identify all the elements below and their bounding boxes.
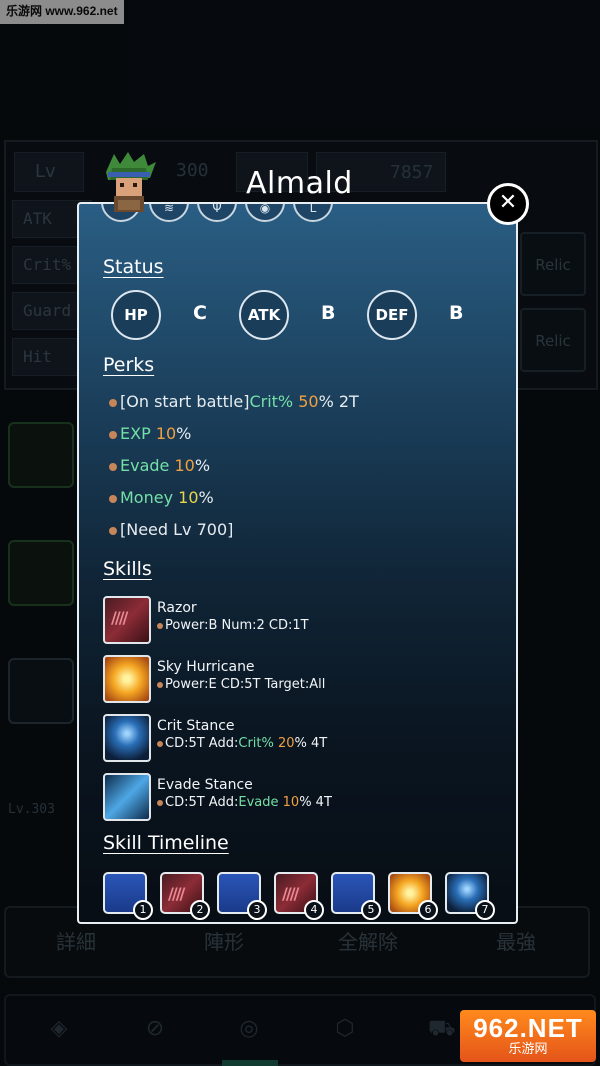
bullet-icon — [109, 430, 117, 439]
close-button[interactable]: ✕ — [487, 183, 529, 225]
skill-item-sky-hurricane[interactable]: Sky Hurricane Power:E CD:5T Target:All — [103, 655, 503, 705]
timeline-slot[interactable]: 6 — [388, 872, 438, 920]
skill-desc: Power:E CD:5T Target:All — [157, 677, 325, 692]
crit-stance-icon — [103, 714, 151, 762]
bullet-icon — [109, 462, 117, 471]
character-name: Almald — [246, 166, 353, 201]
slot-number: 4 — [304, 900, 324, 920]
skill-name: Razor — [157, 600, 197, 616]
stat-hp-badge: HP — [111, 290, 161, 340]
stat-atk-grade: B — [321, 302, 336, 324]
skill-desc: CD:5T Add:Evade 10% 4T — [157, 795, 332, 810]
stat-def-badge: DEF — [367, 290, 417, 340]
evade-stance-icon — [103, 773, 151, 821]
skills-heading: Skills — [103, 558, 152, 580]
stat-hp-grade: C — [193, 302, 207, 324]
slot-number: 6 — [418, 900, 438, 920]
slot-number: 5 — [361, 900, 381, 920]
character-avatar — [106, 152, 156, 212]
timeline-slot[interactable]: 7 — [445, 872, 495, 920]
slot-number: 2 — [190, 900, 210, 920]
perk-item: Money 10% — [109, 488, 214, 507]
skill-item-crit-stance[interactable]: Crit Stance CD:5T Add:Crit% 20% 4T — [103, 714, 503, 764]
perk-item: Evade 10% — [109, 456, 210, 475]
timeline-slot[interactable]: 3 — [217, 872, 267, 920]
bullet-icon — [109, 398, 117, 407]
timeline-slot[interactable]: 5 — [331, 872, 381, 920]
slot-number: 3 — [247, 900, 267, 920]
hurricane-icon — [103, 655, 151, 703]
skill-name: Crit Stance — [157, 718, 235, 734]
skill-name: Evade Stance — [157, 777, 253, 793]
perk-item-locked: [Need Lv 700] — [109, 520, 233, 539]
stat-atk-badge: ATK — [239, 290, 289, 340]
perk-item: EXP 10% — [109, 424, 191, 443]
timeline-slot[interactable]: 1 — [103, 872, 153, 920]
skill-timeline-heading: Skill Timeline — [103, 832, 229, 854]
status-heading: Status — [103, 256, 164, 278]
skill-item-razor[interactable]: Razor Power:B Num:2 CD:1T — [103, 596, 503, 646]
bullet-icon — [109, 494, 117, 503]
bullet-icon — [109, 526, 117, 535]
eye-icon: ◉ — [245, 204, 285, 222]
watermark-logo: 962.NET 乐游网 — [460, 1010, 596, 1062]
perk-item: [On start battle]Crit% 50% 2T — [109, 392, 359, 411]
timeline-slot[interactable]: 4 — [274, 872, 324, 920]
perks-heading: Perks — [103, 354, 155, 376]
slot-number: 7 — [475, 900, 495, 920]
skill-desc: Power:B Num:2 CD:1T — [157, 618, 309, 633]
skill-item-evade-stance[interactable]: Evade Stance CD:5T Add:Evade 10% 4T — [103, 773, 503, 823]
timeline-slot[interactable]: 2 — [160, 872, 210, 920]
boot-icon: L — [293, 204, 333, 222]
trident-icon: Ψ — [197, 204, 237, 222]
slot-number: 1 — [133, 900, 153, 920]
close-icon: ✕ — [498, 190, 518, 215]
stat-def-grade: B — [449, 302, 464, 324]
skill-desc: CD:5T Add:Crit% 20% 4T — [157, 736, 327, 751]
razor-icon — [103, 596, 151, 644]
skill-name: Sky Hurricane — [157, 659, 255, 675]
character-detail-modal: ⟋ ≋ Ψ ◉ L Status HP C ATK B DEF B Perks … — [77, 202, 518, 924]
